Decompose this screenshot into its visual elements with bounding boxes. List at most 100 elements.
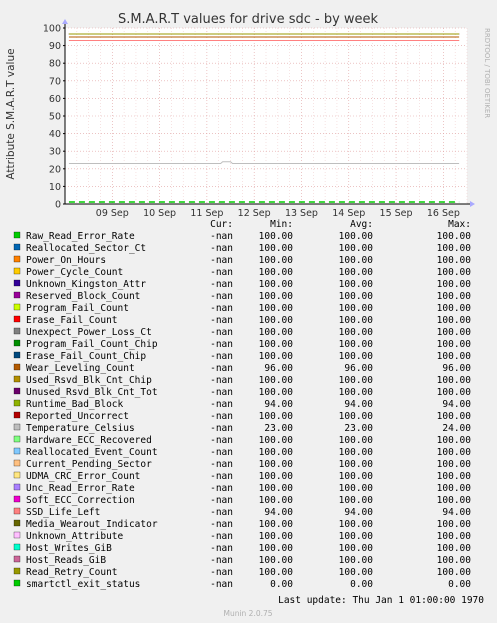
legend-value: 100.00 <box>437 303 472 314</box>
legend-value: 100.00 <box>437 279 472 290</box>
legend-value: 0.00 <box>270 579 293 590</box>
legend-value: -nan <box>210 231 233 242</box>
legend-swatch <box>13 291 21 299</box>
legend-series-name: Raw_Read_Error_Rate <box>26 231 135 242</box>
legend-swatch <box>13 315 21 323</box>
legend-series-name: UDMA_CRC_Error_Count <box>26 471 140 482</box>
legend-value: -nan <box>210 579 233 590</box>
chart-title: S.M.A.R.T values for drive sdc - by week <box>118 12 379 27</box>
legend-swatch <box>13 387 21 395</box>
y-axis-label: Attribute S.M.A.R.T value <box>5 48 17 179</box>
legend-value: -nan <box>210 519 233 530</box>
legend-value: -nan <box>210 327 233 338</box>
legend-value: 100.00 <box>437 483 472 494</box>
legend-value: 100.00 <box>339 279 374 290</box>
legend-series-name: Power_Cycle_Count <box>26 267 123 278</box>
legend-value: 100.00 <box>437 447 472 458</box>
legend-value: -nan <box>210 447 233 458</box>
legend-value: 100.00 <box>437 315 472 326</box>
legend-value: 100.00 <box>437 471 472 482</box>
legend-value: 100.00 <box>437 351 472 362</box>
last-update: Last update: Thu Jan 1 01:00:00 1970 <box>278 595 484 606</box>
legend-value: -nan <box>210 387 233 398</box>
legend-swatch <box>13 507 21 515</box>
legend-value: 23.00 <box>344 423 373 434</box>
legend-series-name: Host_Writes_GiB <box>26 543 112 554</box>
legend-swatch <box>13 423 21 431</box>
y-tick-label: 20 <box>49 164 61 175</box>
legend-value: 100.00 <box>339 315 374 326</box>
legend-value: 100.00 <box>437 435 472 446</box>
legend-series-name: Soft_ECC_Correction <box>26 495 135 506</box>
legend-swatch <box>13 471 21 479</box>
legend-value: 100.00 <box>339 351 374 362</box>
legend-series-name: smartctl_exit_status <box>26 579 140 590</box>
legend-series-name: Reallocated_Sector_Ct <box>26 243 146 254</box>
legend-series-name: Reallocated_Event_Count <box>26 447 158 458</box>
legend-series-name: Unexpect_Power_Loss_Ct <box>26 327 152 338</box>
legend-swatch <box>13 483 21 491</box>
legend-value: 100.00 <box>339 327 374 338</box>
legend-value: 100.00 <box>339 531 374 542</box>
legend-value: -nan <box>210 315 233 326</box>
legend-series-name: Program_Fail_Count <box>26 303 129 314</box>
legend-value: -nan <box>210 279 233 290</box>
legend-value: 100.00 <box>339 411 374 422</box>
x-axis-arrow <box>470 201 475 207</box>
legend-value: -nan <box>210 567 233 578</box>
y-tick-label: 10 <box>49 182 61 193</box>
legend-value: 100.00 <box>339 267 374 278</box>
legend-swatch <box>13 351 21 359</box>
legend-value: 100.00 <box>437 519 472 530</box>
legend-value: 0.00 <box>448 579 471 590</box>
legend-series-name: Wear_Leveling_Count <box>26 363 135 374</box>
legend-series-name: Program_Fail_Count_Chip <box>26 339 158 350</box>
legend-value: -nan <box>210 243 233 254</box>
legend-value: 100.00 <box>259 495 294 506</box>
legend-value: 100.00 <box>339 543 374 554</box>
legend-value: 100.00 <box>437 231 472 242</box>
legend-value: -nan <box>210 495 233 506</box>
legend-value: 100.00 <box>437 531 472 542</box>
legend-value: 100.00 <box>259 459 294 470</box>
legend-value: -nan <box>210 399 233 410</box>
y-axis-arrow <box>62 19 68 24</box>
rrdtool-watermark: RRDTOOL / TOBI OETIKER <box>483 28 491 118</box>
legend-swatch <box>13 267 21 275</box>
legend-value: -nan <box>210 531 233 542</box>
legend-value: 96.00 <box>442 363 471 374</box>
legend-swatch <box>13 363 21 371</box>
y-tick-label: 100 <box>43 24 61 35</box>
legend-value: 100.00 <box>339 447 374 458</box>
legend-value: 100.00 <box>259 411 294 422</box>
y-tick-label: 0 <box>55 200 61 211</box>
legend-value: 100.00 <box>259 447 294 458</box>
legend-value: 100.00 <box>259 327 294 338</box>
legend-value: 100.00 <box>339 231 374 242</box>
legend-value: 96.00 <box>264 363 293 374</box>
x-tick-label: 11 Sep <box>190 208 223 219</box>
legend-value: 100.00 <box>259 303 294 314</box>
x-tick-label: 12 Sep <box>238 208 271 219</box>
legend-series-name: Reported_Uncorrect <box>26 411 129 422</box>
legend-series-name: Reserved_Block_Count <box>26 291 140 302</box>
legend-swatch <box>13 411 21 419</box>
legend-series-name: Host_Reads_GiB <box>26 555 106 566</box>
legend-value: -nan <box>210 507 233 518</box>
legend-swatch <box>13 339 21 347</box>
legend-value: -nan <box>210 423 233 434</box>
legend-series-name: Used_Rsvd_Blk_Cnt_Chip <box>26 375 152 386</box>
legend-value: 100.00 <box>339 303 374 314</box>
legend-value: 100.00 <box>339 339 374 350</box>
legend-value: 100.00 <box>437 411 472 422</box>
legend-value: 100.00 <box>339 567 374 578</box>
legend-value: -nan <box>210 555 233 566</box>
legend-value: 0.00 <box>350 579 373 590</box>
y-tick-label: 30 <box>49 147 61 158</box>
legend-swatch <box>13 579 21 587</box>
legend-value: 100.00 <box>437 291 472 302</box>
legend-swatch <box>13 375 21 383</box>
legend-swatch <box>13 327 21 335</box>
legend-value: 100.00 <box>259 471 294 482</box>
y-tick-label: 90 <box>49 41 61 52</box>
